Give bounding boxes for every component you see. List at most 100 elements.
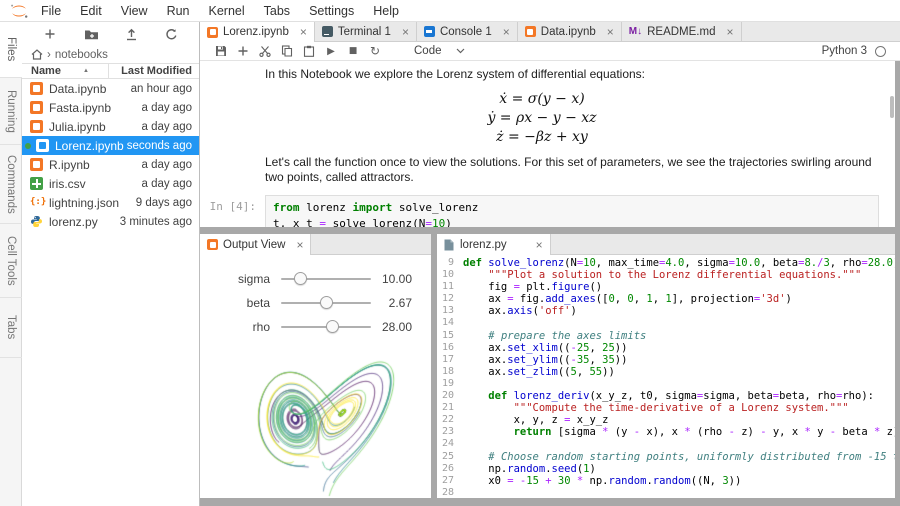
copy-icon[interactable]	[276, 45, 298, 57]
scrollbar-thumb[interactable]	[890, 96, 894, 118]
file-row-selected[interactable]: Lorenz.ipynb seconds ago	[22, 136, 199, 155]
tab-output-view[interactable]: Output View ×	[200, 234, 311, 255]
new-launcher-button[interactable]	[43, 27, 57, 41]
upload-button[interactable]	[125, 28, 138, 41]
menu-tabs[interactable]: Tabs	[264, 4, 290, 18]
file-name: Julia.ipynb	[49, 120, 141, 134]
close-icon[interactable]: ×	[536, 238, 543, 252]
notebook-file-icon	[30, 82, 43, 95]
notebook-toolbar: ▶ ■ ↻ Code Python 3	[200, 42, 900, 61]
breadcrumb-folder[interactable]: notebooks	[55, 49, 108, 61]
code-line: 27 x0 = -15 + 30 * np.random.random((N, …	[437, 475, 895, 487]
menu-view[interactable]: View	[121, 4, 148, 18]
menu-file[interactable]: File	[41, 4, 61, 18]
slider-handle[interactable]	[320, 296, 333, 309]
tab-lorenz-py[interactable]: lorenz.py ×	[437, 234, 551, 255]
file-row[interactable]: R.ipynb a day ago	[22, 155, 199, 174]
file-row[interactable]: Julia.ipynb a day ago	[22, 117, 199, 136]
csv-file-icon	[30, 177, 43, 190]
notebook-file-icon	[30, 158, 43, 171]
sidebar-tab-cell-tools[interactable]: Cell Tools	[0, 224, 22, 298]
breadcrumb: › notebooks	[22, 46, 199, 63]
home-icon[interactable]	[31, 49, 43, 60]
markdown-cell[interactable]: Let's call the function once to view the…	[265, 155, 879, 186]
file-row[interactable]: Data.ipynb an hour ago	[22, 79, 199, 98]
paste-icon[interactable]	[298, 45, 320, 57]
dock-content: In this Notebook we explore the Lorenz s…	[200, 61, 900, 506]
breadcrumb-separator: ›	[47, 49, 51, 61]
sort-ascending-icon[interactable]: ▲	[83, 68, 89, 74]
rho-slider[interactable]	[281, 320, 371, 334]
slider-row: rho 28.00	[200, 315, 431, 339]
file-modified: 3 minutes ago	[120, 216, 192, 228]
sigma-slider[interactable]	[281, 272, 371, 286]
file-name: Lorenz.ipynb	[55, 139, 127, 153]
slider-row: sigma 10.00	[200, 267, 431, 291]
close-icon[interactable]: ×	[503, 25, 510, 39]
code-line: 23 return [sigma * (y - x), x * (rho - z…	[437, 426, 895, 438]
close-icon[interactable]: ×	[300, 25, 307, 39]
menu-kernel[interactable]: Kernel	[209, 4, 245, 18]
add-cell-button[interactable]	[232, 45, 254, 57]
notebook-file-icon	[30, 120, 43, 133]
refresh-button[interactable]	[165, 28, 178, 41]
tab-terminal-1[interactable]: Terminal 1 ×	[315, 22, 417, 41]
kernel-name: Python 3	[822, 45, 867, 57]
sidebar-tab-tabs[interactable]: Tabs	[0, 298, 22, 358]
menu-settings[interactable]: Settings	[309, 4, 354, 18]
column-last-modified[interactable]: Last Modified	[108, 64, 199, 78]
slider-label: beta	[200, 296, 270, 310]
restart-kernel-button[interactable]: ↻	[364, 44, 386, 58]
slider-handle[interactable]	[326, 320, 339, 333]
menu-help[interactable]: Help	[373, 4, 399, 18]
file-name: Fasta.ipynb	[49, 101, 141, 115]
close-icon[interactable]: ×	[296, 238, 303, 252]
notebook-icon	[207, 27, 218, 38]
tab-lorenz-ipynb[interactable]: Lorenz.ipynb ×	[200, 22, 315, 42]
file-row[interactable]: lorenz.py 3 minutes ago	[22, 212, 199, 231]
close-icon[interactable]: ×	[607, 25, 614, 39]
menu-run[interactable]: Run	[167, 4, 190, 18]
tab-label: Lorenz.ipynb	[223, 26, 289, 38]
save-button[interactable]	[210, 45, 232, 57]
tab-label: Console 1	[440, 26, 492, 38]
slider-handle[interactable]	[294, 272, 307, 285]
file-list: Data.ipynb an hour ago Fasta.ipynb a day…	[22, 79, 199, 231]
new-folder-button[interactable]	[84, 28, 99, 41]
json-file-icon: {:}	[30, 196, 43, 209]
code-line: 11 fig = plt.figure()	[437, 281, 895, 293]
beta-slider[interactable]	[281, 296, 371, 310]
notebook-icon	[207, 239, 218, 250]
sidebar-tab-files[interactable]: Files	[0, 22, 22, 78]
tab-label: Terminal 1	[338, 26, 391, 38]
code-line: 16 ax.set_xlim((-25, 25))	[437, 342, 895, 354]
cell-type-dropdown[interactable]: Code	[414, 45, 465, 57]
file-row[interactable]: iris.csv a day ago	[22, 174, 199, 193]
code-line: 22 x, y, z = x_y_z	[437, 414, 895, 426]
code-cell[interactable]: In [4]: from lorenz import solve_lorenzt…	[200, 195, 879, 228]
sidebar-tab-running[interactable]: Running	[0, 78, 22, 145]
tab-console-1[interactable]: Console 1 ×	[417, 22, 518, 41]
stop-button[interactable]: ■	[342, 46, 364, 56]
tab-label: lorenz.py	[460, 239, 507, 251]
close-icon[interactable]: ×	[726, 25, 733, 39]
close-icon[interactable]: ×	[402, 25, 409, 39]
tab-data-ipynb[interactable]: Data.ipynb ×	[518, 22, 622, 41]
column-name[interactable]: Name	[31, 65, 61, 77]
cut-icon[interactable]	[254, 45, 276, 57]
menu-edit[interactable]: Edit	[80, 4, 102, 18]
markdown-cell[interactable]: In this Notebook we explore the Lorenz s…	[265, 67, 879, 83]
cell-editor[interactable]: from lorenz import solve_lorenzt, x_t = …	[265, 195, 879, 228]
file-modified: a day ago	[141, 178, 192, 190]
output-view-tab-bar: Output View ×	[200, 234, 431, 255]
sidebar-tab-commands[interactable]: Commands	[0, 145, 22, 224]
file-modified: a day ago	[141, 121, 192, 133]
kernel-indicator[interactable]: Python 3	[822, 45, 886, 57]
file-browser: › notebooks Name ▲ Last Modified Data.ip…	[22, 22, 200, 506]
code-editor[interactable]: 9def solve_lorenz(N=10, max_time=4.0, si…	[437, 255, 895, 498]
tab-label: Output View	[223, 239, 285, 251]
run-button[interactable]: ▶	[320, 46, 342, 57]
file-row[interactable]: {:} lightning.json 9 days ago	[22, 193, 199, 212]
tab-readme-md[interactable]: M↓ README.md ×	[622, 22, 742, 41]
file-row[interactable]: Fasta.ipynb a day ago	[22, 98, 199, 117]
